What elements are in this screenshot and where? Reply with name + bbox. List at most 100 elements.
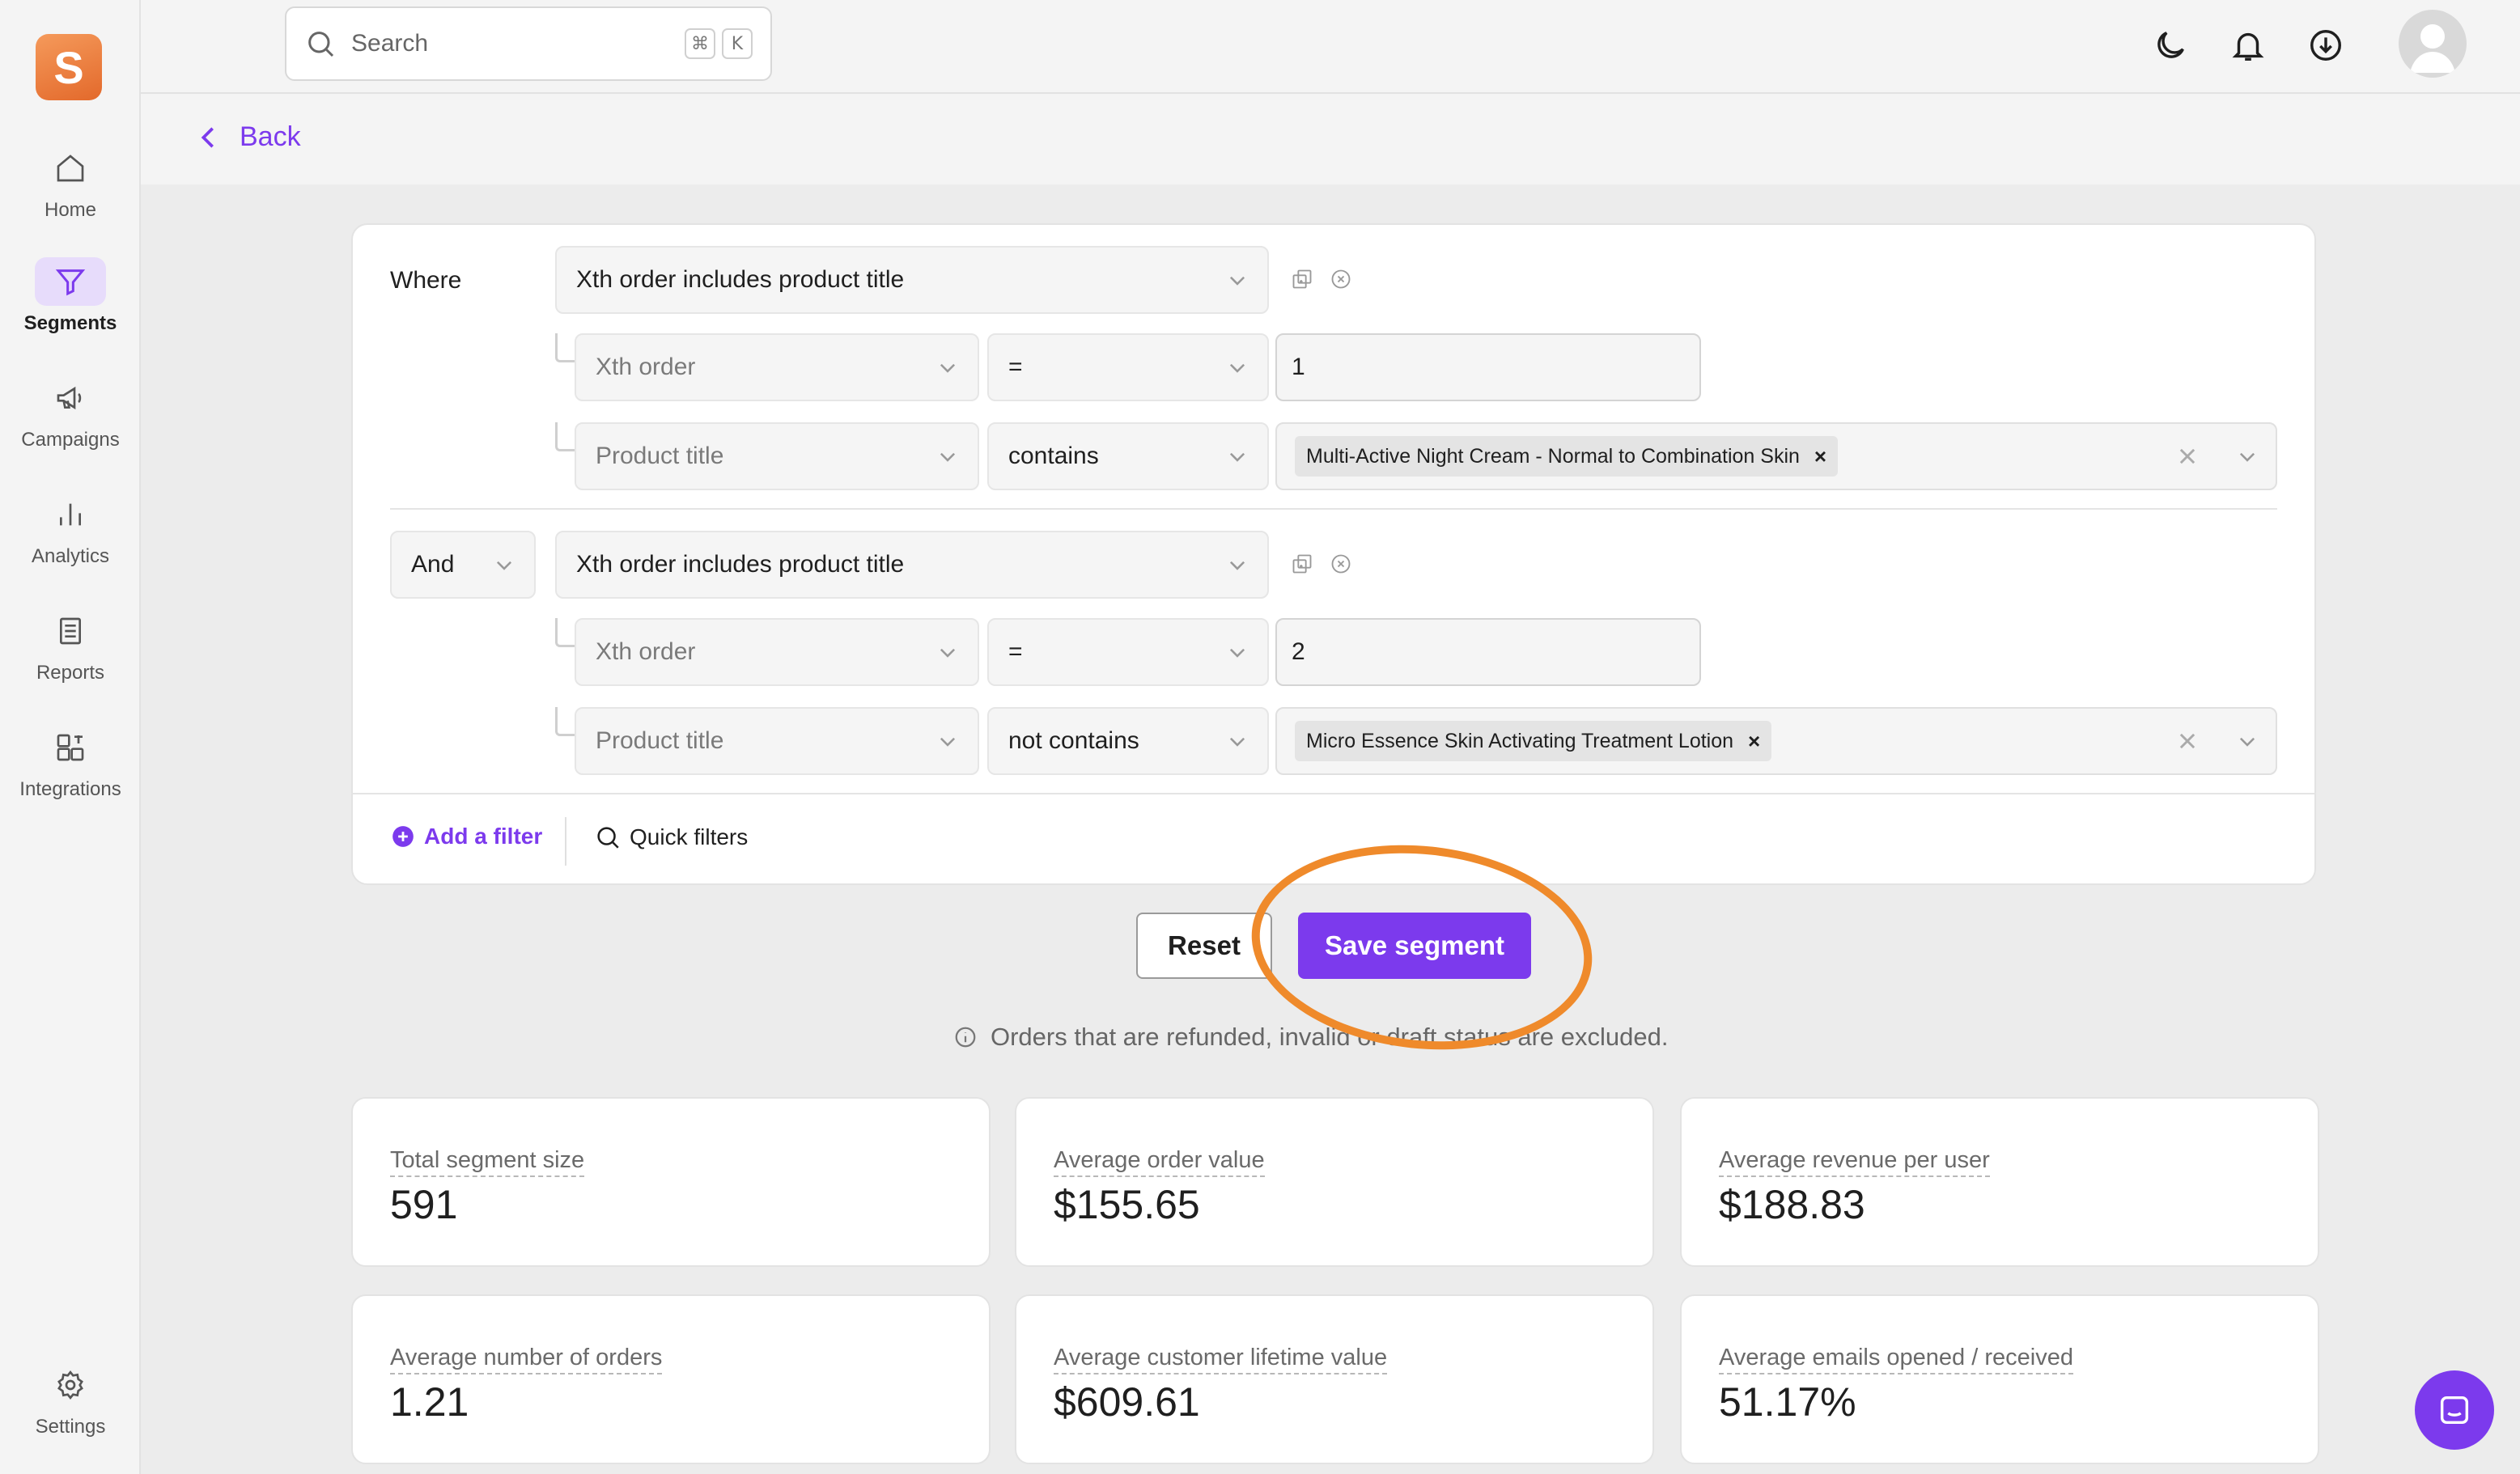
remove-condition-button[interactable]	[1327, 265, 1355, 293]
operator-value: contains	[1008, 443, 1099, 469]
card-footer-divider	[351, 793, 2316, 794]
operator-value: =	[1008, 638, 1023, 665]
save-segment-button[interactable]: Save segment	[1298, 913, 1531, 979]
condition-select[interactable]: Xth order includes product title	[555, 531, 1269, 599]
chat-launcher-button[interactable]	[2415, 1370, 2494, 1450]
shortcut-k-key: K	[722, 28, 753, 59]
sidebar-item-label: Segments	[23, 312, 117, 334]
avatar[interactable]	[2399, 10, 2467, 78]
value-input[interactable]: 2	[1275, 618, 1701, 686]
megaphone-icon	[35, 374, 106, 422]
sidebar-item-reports[interactable]: Reports	[0, 607, 141, 684]
search-icon	[308, 32, 334, 57]
duplicate-icon	[1292, 554, 1312, 574]
field-select[interactable]: Xth order	[575, 618, 979, 686]
field-value: Product title	[596, 443, 724, 469]
chevron-down-icon	[1229, 737, 1245, 747]
plus-circle-icon	[392, 826, 414, 847]
download-icon	[2310, 30, 2341, 61]
chevron-down-icon	[940, 648, 956, 658]
gear-icon	[35, 1361, 106, 1409]
field-select[interactable]: Xth order	[575, 333, 979, 401]
close-circle-icon	[1331, 269, 1351, 289]
add-filter-label: Add a filter	[424, 824, 543, 849]
stat-value: 1.21	[390, 1379, 469, 1425]
dark-mode-toggle[interactable]	[2148, 23, 2193, 68]
operator-value: =	[1008, 354, 1023, 380]
sidebar-item-label: Campaigns	[21, 429, 120, 451]
product-multiselect[interactable]: Micro Essence Skin Activating Treatment …	[1275, 707, 2277, 775]
exclusion-note-text: Orders that are refunded, invalid or dra…	[991, 1023, 1669, 1051]
stat-value: $609.61	[1054, 1379, 1200, 1425]
remove-tag-icon[interactable]: ×	[1814, 444, 1826, 469]
operator-select[interactable]: contains	[987, 422, 1269, 490]
app-logo[interactable]: S	[36, 34, 102, 100]
product-multiselect[interactable]: Multi-Active Night Cream - Normal to Com…	[1275, 422, 2277, 490]
search-input[interactable]: Search ⌘ K	[285, 6, 772, 81]
integrations-icon	[35, 723, 106, 772]
stat-label[interactable]: Average customer lifetime value	[1054, 1345, 1388, 1374]
field-select[interactable]: Product title	[575, 707, 979, 775]
stat-value: $155.65	[1054, 1182, 1200, 1227]
top-header: Search ⌘ K	[141, 0, 2520, 94]
chevron-down-icon	[940, 737, 956, 747]
chevron-down-icon	[940, 363, 956, 373]
value-text: 1	[1292, 354, 1305, 380]
field-select[interactable]: Product title	[575, 422, 979, 490]
tag-label: Multi-Active Night Cream - Normal to Com…	[1306, 444, 1800, 468]
footer-separator	[565, 817, 566, 866]
stat-card: Average number of orders 1.21	[351, 1294, 991, 1464]
condition-value: Xth order includes product title	[576, 266, 905, 293]
tree-connector	[555, 333, 575, 362]
stat-value: 591	[390, 1182, 458, 1227]
logic-operator-select[interactable]: And	[390, 531, 536, 599]
sidebar-item-analytics[interactable]: Analytics	[0, 490, 141, 568]
back-link[interactable]: Back	[197, 121, 301, 153]
bell-icon	[2232, 32, 2264, 61]
quick-filters-button[interactable]: Quick filters	[594, 824, 748, 851]
clear-icon[interactable]	[2177, 446, 2198, 467]
tree-connector	[555, 618, 575, 647]
remove-condition-button[interactable]	[1327, 550, 1355, 578]
stat-label[interactable]: Total segment size	[390, 1147, 585, 1177]
operator-value: not contains	[1008, 727, 1139, 754]
reset-button[interactable]: Reset	[1136, 913, 1272, 979]
stat-label[interactable]: Average number of orders	[390, 1345, 663, 1374]
chevron-down-icon	[496, 561, 512, 570]
operator-select[interactable]: not contains	[987, 707, 1269, 775]
notifications-button[interactable]	[2225, 23, 2271, 68]
tree-connector	[555, 422, 575, 451]
sidebar-item-campaigns[interactable]: Campaigns	[0, 374, 141, 451]
sidebar-item-settings[interactable]: Settings	[0, 1361, 141, 1438]
stat-label[interactable]: Average revenue per user	[1719, 1147, 1990, 1177]
operator-select[interactable]: =	[987, 618, 1269, 686]
chevron-down-icon[interactable]	[2237, 446, 2258, 467]
filter-icon	[35, 257, 106, 306]
value-input[interactable]: 1	[1275, 333, 1701, 401]
info-icon	[955, 1027, 976, 1048]
close-circle-icon	[1331, 554, 1351, 574]
product-tag: Micro Essence Skin Activating Treatment …	[1295, 721, 1772, 761]
duplicate-button[interactable]	[1288, 550, 1316, 578]
duplicate-button[interactable]	[1288, 265, 1316, 293]
sidebar-item-home[interactable]: Home	[0, 144, 141, 222]
download-button[interactable]	[2303, 23, 2348, 68]
stat-card: Total segment size 591	[351, 1097, 991, 1267]
moon-icon	[2157, 32, 2184, 58]
chevron-down-icon	[1229, 363, 1245, 373]
clear-icon[interactable]	[2177, 731, 2198, 752]
stat-label[interactable]: Average emails opened / received	[1719, 1345, 2073, 1374]
sidebar-item-integrations[interactable]: Integrations	[0, 723, 141, 801]
condition-select[interactable]: Xth order includes product title	[555, 246, 1269, 314]
sidebar-item-label: Integrations	[19, 778, 121, 800]
chevron-down-icon[interactable]	[2237, 731, 2258, 752]
operator-select[interactable]: =	[987, 333, 1269, 401]
search-icon	[597, 827, 619, 849]
sidebar-item-segments[interactable]: Segments	[0, 257, 141, 335]
chevron-down-icon	[1229, 561, 1245, 570]
stat-value: $188.83	[1719, 1182, 1865, 1227]
tree-connector	[555, 707, 575, 736]
stat-label[interactable]: Average order value	[1054, 1147, 1265, 1177]
remove-tag-icon[interactable]: ×	[1748, 729, 1760, 754]
add-filter-button[interactable]: Add a filter	[392, 824, 542, 849]
